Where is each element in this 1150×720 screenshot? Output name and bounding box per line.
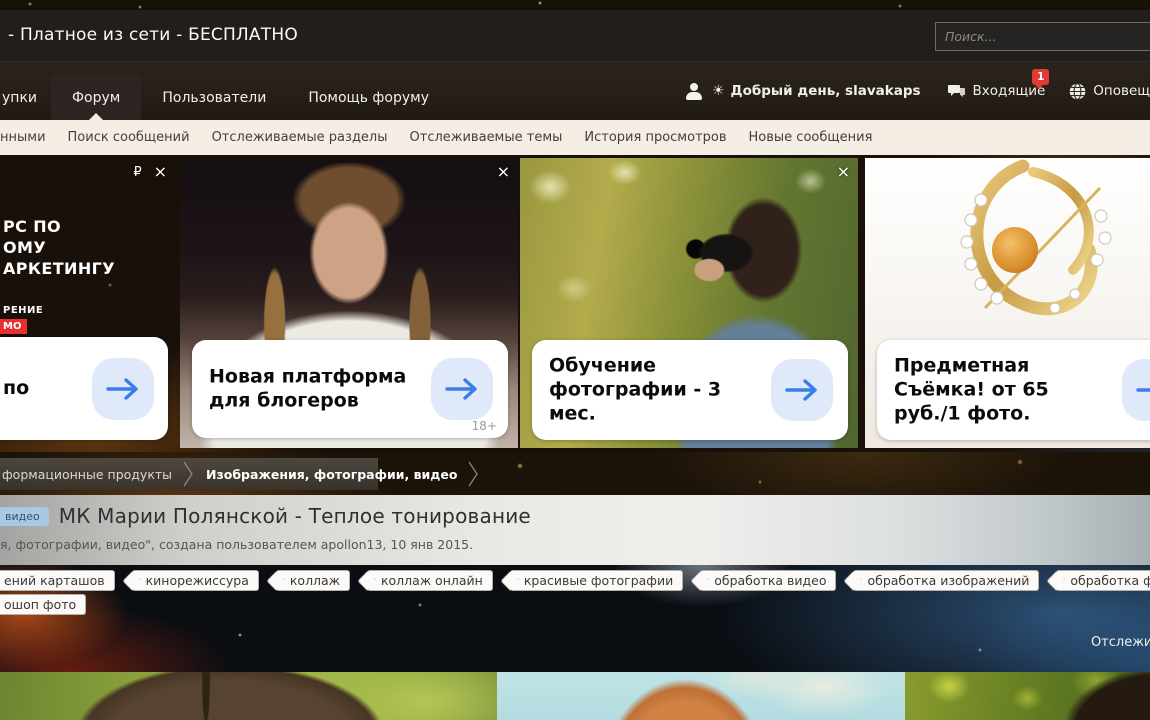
sub-nav: нными Поиск сообщений Отслеживаемые разд… xyxy=(0,120,1150,155)
chevron-right-icon xyxy=(182,461,194,487)
subnav-item-watched-threads[interactable]: Отслеживаемые темы xyxy=(410,130,563,145)
space-background-strip xyxy=(0,0,1150,10)
ad-caption-card[interactable]: Предметная Съёмка! от 65 руб./1 фото. xyxy=(877,340,1150,440)
ad-banner-photo-course[interactable]: × Обучение фотографии - 3 мес. xyxy=(520,158,858,448)
ad-caption: Предметная Съёмка! от 65 руб./1 фото. xyxy=(894,354,1109,425)
thread-header: видео МК Марии Полянской - Теплое тониро… xyxy=(0,495,1150,565)
inbox-link[interactable]: Входящие 1 xyxy=(947,83,1046,99)
thread-photo-3[interactable] xyxy=(905,672,1150,720)
alerts-link[interactable]: Оповещ xyxy=(1069,83,1150,100)
thread-photo-2[interactable] xyxy=(497,672,905,720)
tag-hole-dot xyxy=(371,578,376,583)
ad-caption: Новая платформа для блогеров xyxy=(209,365,439,413)
tag-hole-dot xyxy=(704,578,709,583)
notification-badge: 1 xyxy=(1032,69,1049,85)
tag-chip[interactable]: коллаж онлайн xyxy=(367,570,493,591)
main-nav: упки Форум Пользователи Помощь форуму ☀ … xyxy=(0,62,1150,120)
thread-photos-row xyxy=(0,672,1150,720)
thread-photo-1[interactable] xyxy=(0,672,497,720)
alerts-label: Оповещ xyxy=(1093,83,1150,99)
ad-banner-marketing[interactable]: ₽ × РС ПО ОМУ АРКЕТИНГУ РЕНИЕ МО по xyxy=(0,158,175,448)
watch-thread-link[interactable]: Отслежива xyxy=(1091,635,1150,650)
ad-caption: по xyxy=(3,377,29,401)
ad-promo-badge: МО xyxy=(0,319,27,334)
tag-chip[interactable]: обработка фото xyxy=(1056,570,1150,591)
nav-tab-label: Помощь форуму xyxy=(308,90,429,106)
thread-title: МК Марии Полянской - Теплое тонирование xyxy=(59,504,531,528)
subnav-item-history[interactable]: История просмотров xyxy=(584,130,726,145)
age-rating: 18+ xyxy=(472,419,497,433)
thread-body-section: ений карташов кинорежиссура коллаж колла… xyxy=(0,565,1150,672)
tag-chip[interactable]: красивые фотографии xyxy=(510,570,683,591)
tag-hole-dot xyxy=(514,578,519,583)
ad-caption: Обучение фотографии - 3 мес. xyxy=(549,354,774,425)
breadcrumb-item-images-photo-video[interactable]: Изображения, фотографии, видео xyxy=(194,467,467,482)
nav-tab-label: Пользователи xyxy=(162,90,266,106)
close-icon[interactable]: × xyxy=(837,164,850,180)
ad-caption-card[interactable]: по xyxy=(0,337,168,440)
nav-tabs: упки Форум Пользователи Помощь форуму xyxy=(0,75,450,120)
tag-hole-dot xyxy=(857,578,862,583)
ads-row: ₽ × РС ПО ОМУ АРКЕТИНГУ РЕНИЕ МО по xyxy=(0,155,1150,452)
page-root: - Платное из сети - БЕСПЛАТНО упки Форум… xyxy=(0,0,1150,720)
thread-meta: я, фотографии, видео", создана пользоват… xyxy=(0,537,473,552)
ruble-icon[interactable]: ₽ xyxy=(133,165,141,180)
site-header: - Платное из сети - БЕСПЛАТНО xyxy=(0,10,1150,62)
user-icon[interactable] xyxy=(685,83,703,100)
nav-tab-label: упки xyxy=(2,90,37,106)
video-badge: видео xyxy=(0,507,49,526)
tag-chip[interactable]: ений карташов xyxy=(0,570,115,591)
breadcrumb-item-info-products[interactable]: формационные продукты xyxy=(0,467,182,482)
jewelry-brooch-graphic xyxy=(865,158,1150,340)
site-title: - Платное из сети - БЕСПЛАТНО xyxy=(8,25,298,45)
nav-tab-users[interactable]: Пользователи xyxy=(141,75,287,120)
arrow-right-icon xyxy=(1135,377,1150,403)
tag-chip[interactable]: обработка видео xyxy=(700,570,836,591)
subnav-item[interactable]: нными xyxy=(0,130,46,145)
tag-chip[interactable]: ошоп фото xyxy=(0,594,86,615)
tag-hole-dot xyxy=(280,578,285,583)
ad-caption-card[interactable]: Обучение фотографии - 3 мес. xyxy=(532,340,848,440)
search-input[interactable] xyxy=(935,22,1150,51)
close-icon[interactable]: × xyxy=(497,164,510,180)
tag-list-row-1: ений карташов кинорежиссура коллаж колла… xyxy=(0,570,1150,591)
ad-banner-object-photography[interactable]: Предметная Съёмка! от 65 руб./1 фото. xyxy=(865,158,1150,448)
subnav-item-search-posts[interactable]: Поиск сообщений xyxy=(68,130,190,145)
chevron-right-icon xyxy=(467,461,479,487)
tag-hole-dot xyxy=(136,578,141,583)
subnav-item-watched-forums[interactable]: Отслеживаемые разделы xyxy=(212,130,388,145)
sun-icon[interactable]: ☀ xyxy=(712,83,725,99)
globe-icon xyxy=(1069,83,1086,100)
subnav-item-new-posts[interactable]: Новые сообщения xyxy=(749,130,873,145)
ad-overlay-subtext: РЕНИЕ xyxy=(3,305,43,316)
tag-chip[interactable]: кинорежиссура xyxy=(132,570,259,591)
ad-banner-blogger-platform[interactable]: × Новая платформа для блогеров 18+ xyxy=(180,158,518,448)
nav-tab-forum[interactable]: Форум xyxy=(51,75,141,120)
breadcrumb: формационные продукты Изображения, фотог… xyxy=(0,458,378,490)
ad-caption-card[interactable]: Новая платформа для блогеров 18+ xyxy=(192,340,508,438)
nav-tab-pokupki[interactable]: упки xyxy=(0,75,51,120)
arrow-right-icon xyxy=(784,377,820,403)
arrow-button[interactable] xyxy=(431,358,493,420)
arrow-right-icon xyxy=(444,376,480,402)
tag-list-row-2: ошоп фото xyxy=(0,594,1150,615)
tag-chip[interactable]: коллаж xyxy=(276,570,350,591)
user-greeting[interactable]: Добрый день, slavakaps xyxy=(731,83,921,99)
breadcrumb-row: формационные продукты Изображения, фотог… xyxy=(0,452,1150,495)
nav-user-area: ☀ Добрый день, slavakaps Входящие 1 Опов… xyxy=(685,62,1150,120)
chat-bubbles-icon xyxy=(947,84,966,98)
tag-hole-dot xyxy=(1060,578,1065,583)
nav-tab-label: Форум xyxy=(72,90,120,106)
nav-tab-forum-help[interactable]: Помощь форуму xyxy=(287,75,450,120)
arrow-button[interactable] xyxy=(92,358,154,420)
arrow-button[interactable] xyxy=(1122,359,1150,421)
arrow-right-icon xyxy=(105,376,141,402)
tag-chip[interactable]: обработка изображений xyxy=(853,570,1039,591)
ad-overlay-text: РС ПО ОМУ АРКЕТИНГУ xyxy=(3,216,115,279)
arrow-button[interactable] xyxy=(771,359,833,421)
close-icon[interactable]: × xyxy=(154,164,167,180)
